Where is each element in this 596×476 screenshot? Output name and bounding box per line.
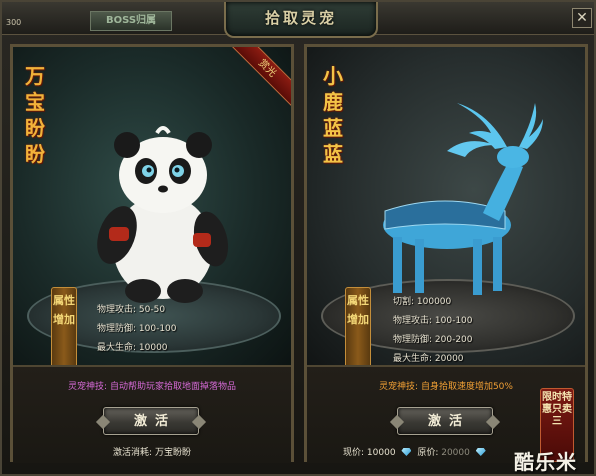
pet-skill: 灵宠神技: 自动帮助玩家拾取地面掉落物品	[13, 379, 291, 392]
window-title: 拾取灵宠	[264, 9, 337, 27]
diamond-icon	[475, 448, 486, 456]
stat-line: 切割: 100000	[393, 297, 452, 307]
original-price-value: 20000	[441, 448, 470, 458]
pet-pickup-window: 300 BOSS归属 拾取灵宠 ✕ 万宝盼盼 赏光 属性增加 物理攻击: 50-…	[0, 0, 596, 476]
pet-name: 万宝盼盼	[25, 64, 45, 166]
window-title-plate: 拾取灵宠	[224, 2, 378, 38]
cost-item: 万宝盼盼	[154, 448, 191, 458]
stat-line: 物理防御: 200-200	[393, 335, 473, 345]
pet-scene: 万宝盼盼 赏光 属性增加 物理攻击: 50-50 物理防御: 100-100 最…	[13, 47, 291, 365]
diamond-icon	[401, 448, 412, 456]
ribbon-label: 赏光	[231, 47, 291, 110]
corner-number: 300	[6, 18, 22, 27]
skill-description: 自身拾取速度增加50%	[420, 382, 513, 392]
skill-description: 自动帮助玩家拾取地面掉落物品	[109, 382, 236, 392]
original-price-label: 原价:	[417, 448, 439, 458]
pet-stats: 切割: 100000 物理攻击: 100-100 物理防御: 200-200 最…	[393, 293, 473, 365]
boss-ownership-tag: BOSS归属	[90, 11, 172, 31]
attribute-bonus-tag: 属性增加	[51, 287, 77, 365]
skill-label: 灵宠神技:	[379, 382, 419, 392]
corner-ribbon: 赏光	[231, 47, 291, 111]
cost-label: 激活消耗:	[113, 448, 153, 458]
pet-scene: 小鹿蓝蓝 属性增加 切割: 100000 物理攻击: 100-100 物理防御:…	[307, 47, 585, 365]
pet-card-panda: 万宝盼盼 赏光 属性增加 物理攻击: 50-50 物理防御: 100-100 最…	[10, 44, 294, 463]
pet-info-strip: 灵宠神技: 自动帮助玩家拾取地面掉落物品 激活 激活消耗: 万宝盼盼	[13, 365, 291, 463]
close-button[interactable]: ✕	[572, 8, 592, 28]
pet-stats: 物理攻击: 50-50 物理防御: 100-100 最大生命: 10000	[97, 301, 177, 358]
pet-name: 小鹿蓝蓝	[323, 64, 343, 166]
current-price-label: 现价:	[343, 448, 365, 458]
price-row: 现价: 10000 原价: 20000	[343, 445, 489, 458]
stat-line: 物理攻击: 50-50	[97, 305, 166, 315]
stat-line: 最大生命: 20000	[393, 354, 464, 364]
current-price-value: 10000	[366, 448, 396, 458]
site-watermark: 酷乐米	[514, 450, 577, 474]
stat-line: 物理防御: 100-100	[97, 324, 177, 334]
activate-button[interactable]: 激活	[397, 407, 493, 435]
skill-label: 灵宠神技:	[68, 382, 108, 392]
activation-cost: 激活消耗: 万宝盼盼	[13, 445, 291, 458]
stat-line: 物理攻击: 100-100	[393, 316, 473, 326]
attribute-bonus-tag: 属性增加	[345, 287, 371, 365]
activate-button[interactable]: 激活	[103, 407, 199, 435]
stat-line: 最大生命: 10000	[97, 343, 168, 353]
